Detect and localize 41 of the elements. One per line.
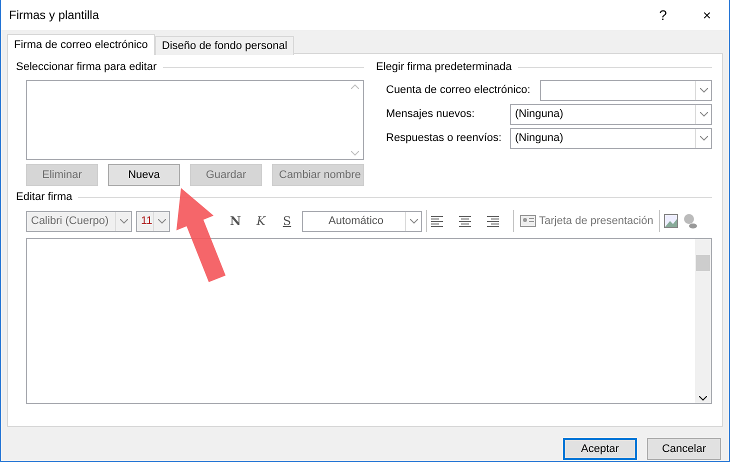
field-label: Cuenta de correo electrónico: bbox=[386, 84, 532, 96]
dialog-button[interactable]: Cancelar bbox=[647, 438, 721, 460]
dropdown-field[interactable]: (Ninguna) bbox=[510, 128, 712, 148]
signature-list[interactable] bbox=[26, 80, 364, 160]
close-button[interactable]: × bbox=[685, 0, 729, 30]
size-dropdown[interactable]: 11 bbox=[136, 210, 170, 232]
help-button[interactable]: ? bbox=[641, 0, 685, 30]
group-title: Elegir firma predeterminada bbox=[376, 61, 512, 73]
tab[interactable]: Diseño de fondo personal bbox=[154, 36, 294, 55]
chevron-down-icon bbox=[699, 396, 707, 401]
tab[interactable]: Firma de correo electrónico bbox=[7, 34, 155, 55]
picture-icon[interactable] bbox=[664, 214, 678, 228]
chevron-down-icon bbox=[700, 136, 708, 140]
dialog-button[interactable]: Aceptar bbox=[563, 438, 637, 460]
group-title: Seleccionar firma para editar bbox=[16, 61, 157, 73]
chevron-down-icon bbox=[700, 88, 708, 92]
field-label: Respuestas o reenvíos: bbox=[386, 132, 503, 144]
underline-button[interactable]: S bbox=[276, 210, 298, 232]
chevron-down-icon bbox=[351, 151, 359, 156]
chevron-down-icon bbox=[700, 112, 708, 116]
signature-editor[interactable] bbox=[26, 238, 712, 404]
contact-card-icon bbox=[520, 215, 536, 227]
font-dropdown[interactable]: Calibri (Cuerpo) bbox=[26, 210, 132, 232]
window-title: Firmas y plantilla bbox=[9, 8, 100, 22]
align-left-icon[interactable] bbox=[431, 216, 443, 226]
bold-button[interactable]: N bbox=[224, 210, 246, 232]
field-label: Mensajes nuevos: bbox=[386, 108, 476, 120]
group-title: Editar firma bbox=[16, 191, 72, 203]
action-button[interactable]: Nueva bbox=[108, 164, 180, 186]
italic-button[interactable]: K bbox=[250, 210, 272, 232]
align-right-icon[interactable] bbox=[487, 216, 499, 226]
business-card-button[interactable]: Tarjeta de presentación bbox=[518, 210, 656, 232]
chevron-down-icon bbox=[410, 218, 418, 224]
scrollbar-thumb[interactable] bbox=[696, 255, 710, 271]
chevron-down-icon bbox=[120, 218, 128, 224]
color-dropdown[interactable]: Automático bbox=[302, 210, 422, 232]
chevron-down-icon bbox=[158, 218, 166, 224]
dropdown-field[interactable]: (Ninguna) bbox=[510, 104, 712, 124]
align-center-icon[interactable] bbox=[459, 216, 471, 226]
dropdown-field[interactable] bbox=[540, 80, 712, 100]
chevron-up-icon bbox=[351, 84, 359, 89]
